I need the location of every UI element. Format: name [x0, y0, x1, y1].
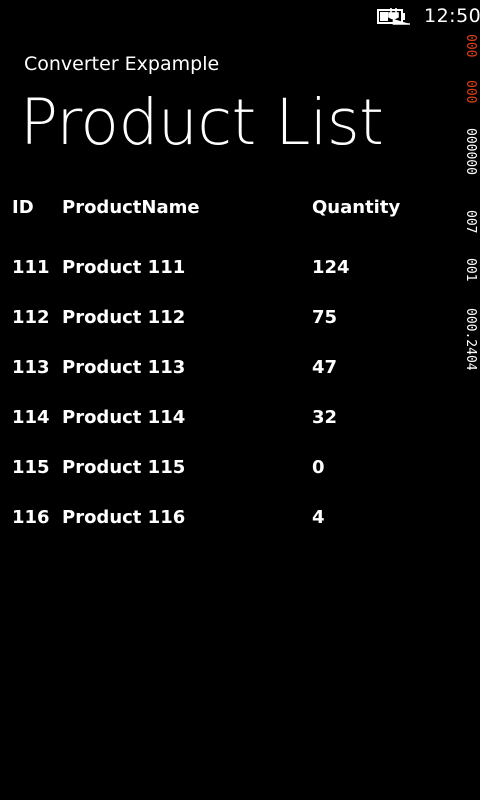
header-id: ID	[12, 197, 34, 218]
table-row[interactable]: 116 Product 116 4	[12, 500, 452, 550]
cell-product-name: Product 114	[62, 407, 186, 428]
cell-id: 111	[12, 257, 50, 278]
debug-counter-3: 000000	[463, 128, 478, 175]
frame-rate-counter: 000 000 000000 007 001 000.2404	[463, 34, 478, 371]
page-title: Product List	[20, 86, 384, 159]
cell-product-name: Product 111	[62, 257, 186, 278]
debug-counter-1: 000	[463, 34, 478, 57]
cell-product-name: Product 116	[62, 507, 186, 528]
table-row[interactable]: 111 Product 111 124	[12, 250, 452, 300]
cell-id: 113	[12, 357, 50, 378]
table-row[interactable]: 113 Product 113 47	[12, 350, 452, 400]
cell-product-name: Product 113	[62, 357, 186, 378]
cell-quantity: 32	[312, 407, 338, 428]
cell-id: 112	[12, 307, 50, 328]
table-row[interactable]: 115 Product 115 0	[12, 450, 452, 500]
battery-charging-icon	[377, 8, 410, 25]
cell-id: 115	[12, 457, 50, 478]
table-row[interactable]: 112 Product 112 75	[12, 300, 452, 350]
app-subtitle: Converter Expample	[24, 53, 220, 75]
cell-quantity: 124	[312, 257, 350, 278]
header-product-name: ProductName	[62, 197, 200, 218]
cell-quantity: 4	[312, 507, 325, 528]
cell-id: 116	[12, 507, 50, 528]
product-grid: ID ProductName Quantity 111 Product 111 …	[12, 190, 452, 550]
cell-quantity: 0	[312, 457, 325, 478]
debug-counter-6: 000.2404	[463, 308, 478, 371]
debug-counter-4: 007	[463, 210, 478, 233]
debug-counter-2: 000	[463, 80, 478, 103]
debug-counter-5: 001	[463, 258, 478, 281]
cell-id: 114	[12, 407, 50, 428]
cell-quantity: 47	[312, 357, 338, 378]
cell-product-name: Product 112	[62, 307, 186, 328]
cell-product-name: Product 115	[62, 457, 186, 478]
status-clock: 12:50	[424, 5, 480, 27]
header-quantity: Quantity	[312, 197, 401, 218]
status-bar: 12:50	[0, 0, 480, 32]
table-header-row: ID ProductName Quantity	[12, 190, 452, 250]
cell-quantity: 75	[312, 307, 338, 328]
table-row[interactable]: 114 Product 114 32	[12, 400, 452, 450]
